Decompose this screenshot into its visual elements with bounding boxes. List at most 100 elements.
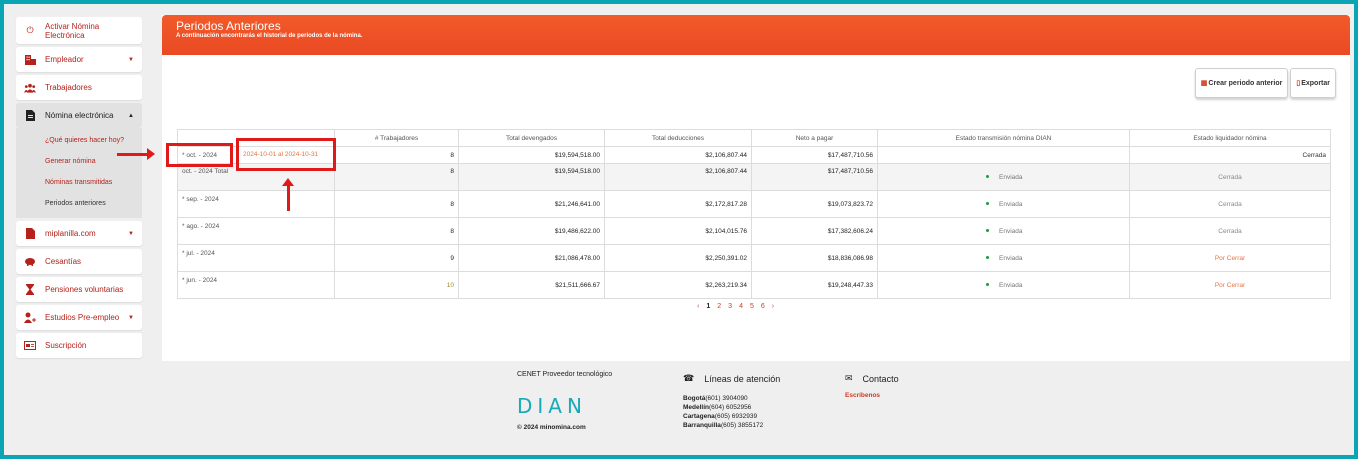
sidebar-item-empleador[interactable]: Empleador ▼ [16, 47, 142, 72]
workers-cell: 9 [334, 244, 459, 272]
footer: CENET Proveedor tecnológico DIAN © 2024 … [4, 361, 1354, 455]
phone-line: Cartagena(605) 6932939 [683, 413, 758, 420]
page-subtitle: A continuación encontrarás el historial … [176, 33, 363, 39]
sidebar-item-suscripcion[interactable]: Suscripción [16, 333, 142, 358]
pager-page-6[interactable]: 6 [761, 303, 765, 310]
envelope-icon: ✉ [845, 373, 853, 383]
table-row[interactable]: * sep. - 2024 8 $21,246,641.00 $2,172,81… [177, 190, 1331, 218]
calendar-icon: ▦ [1200, 80, 1208, 87]
dian-status: Enviada [999, 254, 1023, 262]
footer-contact: ✉ Contacto Escríbenos [845, 373, 899, 399]
chevron-down-icon: ▼ [128, 314, 134, 321]
piggy-bank-icon [24, 256, 36, 268]
neto-cell: $17,487,710.56 [751, 146, 878, 164]
neto-cell: $19,073,823.72 [751, 190, 878, 218]
neto-cell: $17,487,710.56 [751, 163, 878, 191]
table-row[interactable]: * ago. - 2024 8 $19,486,622.00 $2,104,01… [177, 217, 1331, 245]
chevron-down-icon: ▼ [128, 230, 134, 237]
estado-cell: Cerrada [1129, 217, 1331, 245]
dian-status: Enviada [999, 281, 1023, 289]
export-button[interactable]: ▯ Exportar [1290, 68, 1336, 98]
sidebar-item-pensiones[interactable]: Pensiones voluntarias [16, 277, 142, 302]
status-dot [986, 256, 989, 260]
footer-lines: ☎ Líneas de atención Bogotá(601) 3904090… [683, 373, 780, 430]
sidebar-item-activar-nomina[interactable]: ⏻ Activar Nómina Electrónica [16, 17, 142, 44]
deducciones-cell: $2,263,219.34 [604, 271, 752, 299]
devengados-cell: $21,086,478.00 [458, 244, 605, 272]
devengados-cell: $19,594,518.00 [458, 163, 605, 191]
pagination: ‹ 1 2 3 4 5 6 › [697, 303, 774, 310]
period-cell[interactable]: * jul. - 2024 [177, 244, 335, 272]
period-cell[interactable]: * jun. - 2024 [177, 271, 335, 299]
estado-cell: Cerrada [1129, 190, 1331, 218]
pager-page-2[interactable]: 2 [717, 303, 721, 310]
building-icon [24, 54, 36, 66]
dian-status: Enviada [999, 173, 1023, 181]
sidebar-item-label: Pensiones voluntarias [45, 285, 124, 294]
col-header-deducciones: Total deducciones [604, 129, 752, 147]
pager-next[interactable]: › [772, 303, 774, 310]
provider-text: CENET Proveedor tecnológico [517, 371, 613, 378]
status-dot [986, 175, 989, 179]
submenu-item-periodos-anteriores[interactable]: Periodos anteriores [16, 193, 142, 214]
neto-cell: $17,382,606.24 [751, 217, 878, 245]
sidebar-item-nomina-electronica[interactable]: Nómina electrónica ▲ [16, 103, 142, 128]
users-icon [24, 82, 36, 94]
devengados-cell: $19,594,518.00 [458, 146, 605, 164]
neto-cell: $19,248,447.33 [751, 271, 878, 299]
sidebar-item-label: Trabajadores [45, 83, 92, 92]
pager-page-5[interactable]: 5 [750, 303, 754, 310]
dian-cell: Enviada [877, 271, 1130, 299]
table-header-row: # Trabajadores Total devengados Total de… [177, 129, 1331, 147]
sidebar-item-label: Nómina electrónica [45, 111, 114, 120]
pager-prev[interactable]: ‹ [697, 303, 699, 310]
pager-page-4[interactable]: 4 [739, 303, 743, 310]
sidebar-item-label: Activar Nómina Electrónica [45, 21, 100, 40]
sidebar-item-label: Estudios Pre-empleo [45, 313, 120, 322]
sidebar-item-label: miplanilla.com [45, 229, 96, 238]
contact-link[interactable]: Escríbenos [845, 392, 899, 399]
periods-table: # Trabajadores Total devengados Total de… [177, 129, 1331, 299]
sidebar-item-miplanilla[interactable]: miplanilla.com ▼ [16, 221, 142, 246]
pager-page-3[interactable]: 3 [728, 303, 732, 310]
toolbar: ▦ Crear periodo anterior ▯ Exportar [1194, 68, 1336, 98]
col-header-dian: Estado transmisión nómina DIAN [877, 129, 1130, 147]
chevron-up-icon: ▲ [128, 112, 134, 119]
period-cell[interactable]: * ago. - 2024 [177, 217, 335, 245]
dian-logo: DIAN [517, 394, 587, 418]
workers-cell: 8 [334, 146, 459, 164]
hourglass-icon [24, 284, 36, 296]
table-row[interactable]: * jun. - 2024 10 $21,511,666.67 $2,263,2… [177, 271, 1331, 299]
table-row[interactable]: * jul. - 2024 9 $21,086,478.00 $2,250,39… [177, 244, 1331, 272]
neto-cell: $18,836,086.98 [751, 244, 878, 272]
col-header-devengados: Total devengados [458, 129, 605, 147]
workers-cell: 8 [334, 217, 459, 245]
dian-cell: Enviada [877, 244, 1130, 272]
sidebar-item-label: Empleador [45, 55, 84, 64]
submenu-item-que-quieres[interactable]: ¿Qué quieres hacer hoy? [16, 130, 142, 151]
table-row[interactable]: * oct. - 2024 2024-10-01 al 2024-10-31 8… [177, 146, 1331, 164]
contact-heading: ✉ Contacto [845, 373, 899, 384]
sidebar-item-trabajadores[interactable]: Trabajadores [16, 75, 142, 100]
period-cell[interactable]: * sep. - 2024 [177, 190, 335, 218]
sidebar-item-estudios[interactable]: Estudios Pre-empleo ▼ [16, 305, 142, 330]
status-dot [986, 229, 989, 233]
dian-status: Enviada [999, 227, 1023, 235]
deducciones-cell: $2,106,807.44 [604, 146, 752, 164]
pager-page-1[interactable]: 1 [706, 303, 710, 310]
card-icon [24, 340, 36, 352]
devengados-cell: $21,511,666.67 [458, 271, 605, 299]
sidebar-submenu: ¿Qué quieres hacer hoy? Generar nómina N… [16, 128, 142, 218]
sidebar: ⏻ Activar Nómina Electrónica Empleador ▼… [16, 17, 142, 361]
sidebar-item-cesantias[interactable]: Cesantías [16, 249, 142, 274]
col-header-trabajadores: # Trabajadores [334, 129, 459, 147]
create-period-button[interactable]: ▦ Crear periodo anterior [1194, 68, 1289, 98]
annotation-arrow-up [282, 178, 294, 211]
table-row-total: oct. - 2024 Total 8 $19,594,518.00 $2,10… [177, 163, 1331, 191]
phone-line: Medellín(604) 6052956 [683, 404, 752, 411]
lines-heading: ☎ Líneas de atención [683, 373, 780, 384]
submenu-item-nominas-transmitidas[interactable]: Nóminas transmitidas [16, 172, 142, 193]
estado-cell: Cerrada [1129, 146, 1331, 164]
estado-cell: Por Cerrar [1129, 271, 1331, 299]
col-header-neto: Neto a pagar [751, 129, 878, 147]
